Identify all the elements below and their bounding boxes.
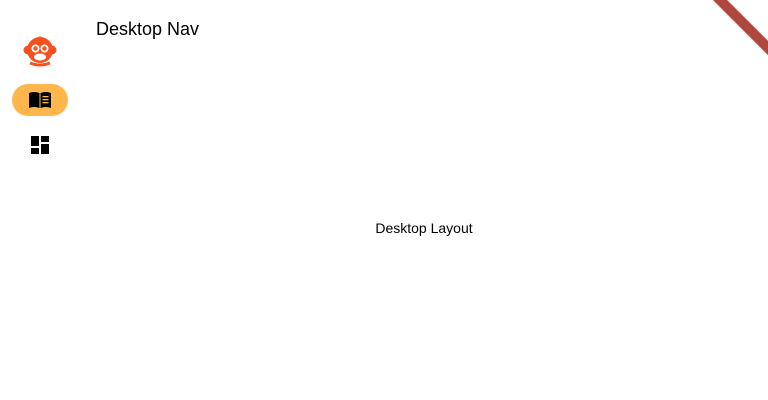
monkey-logo-icon (23, 36, 57, 67)
nav-item-dashboard[interactable] (12, 129, 68, 161)
layout-label: Desktop Layout (375, 220, 473, 236)
nav-item-book[interactable] (12, 84, 68, 116)
debug-banner-stripe (708, 0, 768, 60)
dashboard-icon (31, 136, 49, 154)
book-icon (29, 92, 51, 108)
navigation-rail (0, 0, 80, 400)
debug-banner (708, 0, 768, 60)
page-title: Desktop Nav (96, 19, 200, 39)
